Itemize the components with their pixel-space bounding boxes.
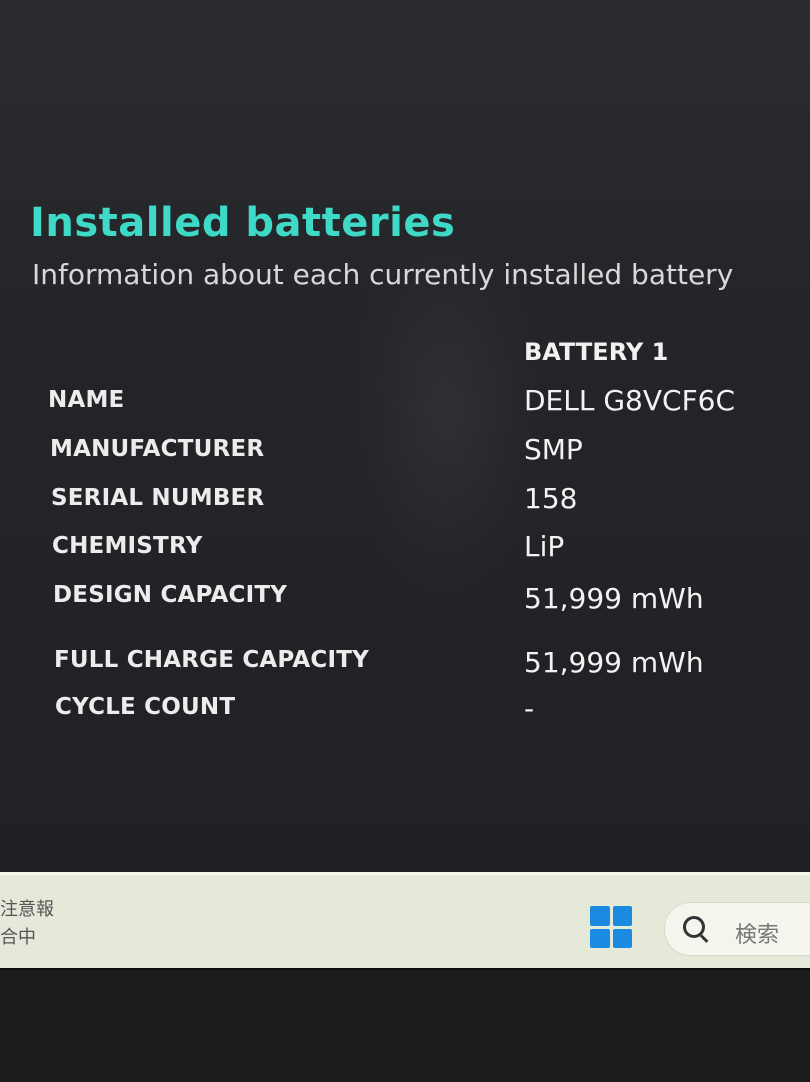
label-design-capacity: DESIGN CAPACITY bbox=[53, 582, 288, 608]
label-cycle-count: CYCLE COUNT bbox=[55, 694, 236, 720]
value-name: DELL G8VCF6C bbox=[524, 384, 736, 417]
label-full-charge-capacity: FULL CHARGE CAPACITY bbox=[54, 647, 369, 673]
value-chemistry: LiP bbox=[524, 530, 565, 563]
value-full-charge-capacity: 51,999 mWh bbox=[524, 646, 704, 679]
taskbar-search-box[interactable]: 検索 bbox=[664, 902, 810, 956]
weather-notice-line2[interactable]: 合中 bbox=[0, 923, 36, 949]
windows-logo-icon[interactable] bbox=[590, 906, 632, 948]
value-serial-number: 158 bbox=[524, 482, 578, 515]
label-name: NAME bbox=[48, 387, 125, 413]
label-manufacturer: MANUFACTURER bbox=[50, 436, 265, 462]
battery-column-header: BATTERY 1 bbox=[524, 338, 669, 366]
value-design-capacity: 51,999 mWh bbox=[524, 582, 704, 615]
label-chemistry: CHEMISTRY bbox=[52, 533, 203, 559]
monitor-bezel bbox=[0, 968, 810, 1082]
report-screen: Installed batteries Information about ea… bbox=[0, 0, 810, 872]
value-manufacturer: SMP bbox=[524, 433, 583, 466]
page-title: Installed batteries bbox=[30, 200, 456, 246]
label-serial-number: SERIAL NUMBER bbox=[51, 485, 265, 511]
search-icon bbox=[683, 916, 705, 938]
search-placeholder: 検索 bbox=[735, 923, 780, 948]
value-cycle-count: - bbox=[524, 692, 535, 725]
page-subtitle: Information about each currently install… bbox=[32, 258, 734, 291]
weather-notice-line1[interactable]: 注意報 bbox=[0, 895, 54, 921]
